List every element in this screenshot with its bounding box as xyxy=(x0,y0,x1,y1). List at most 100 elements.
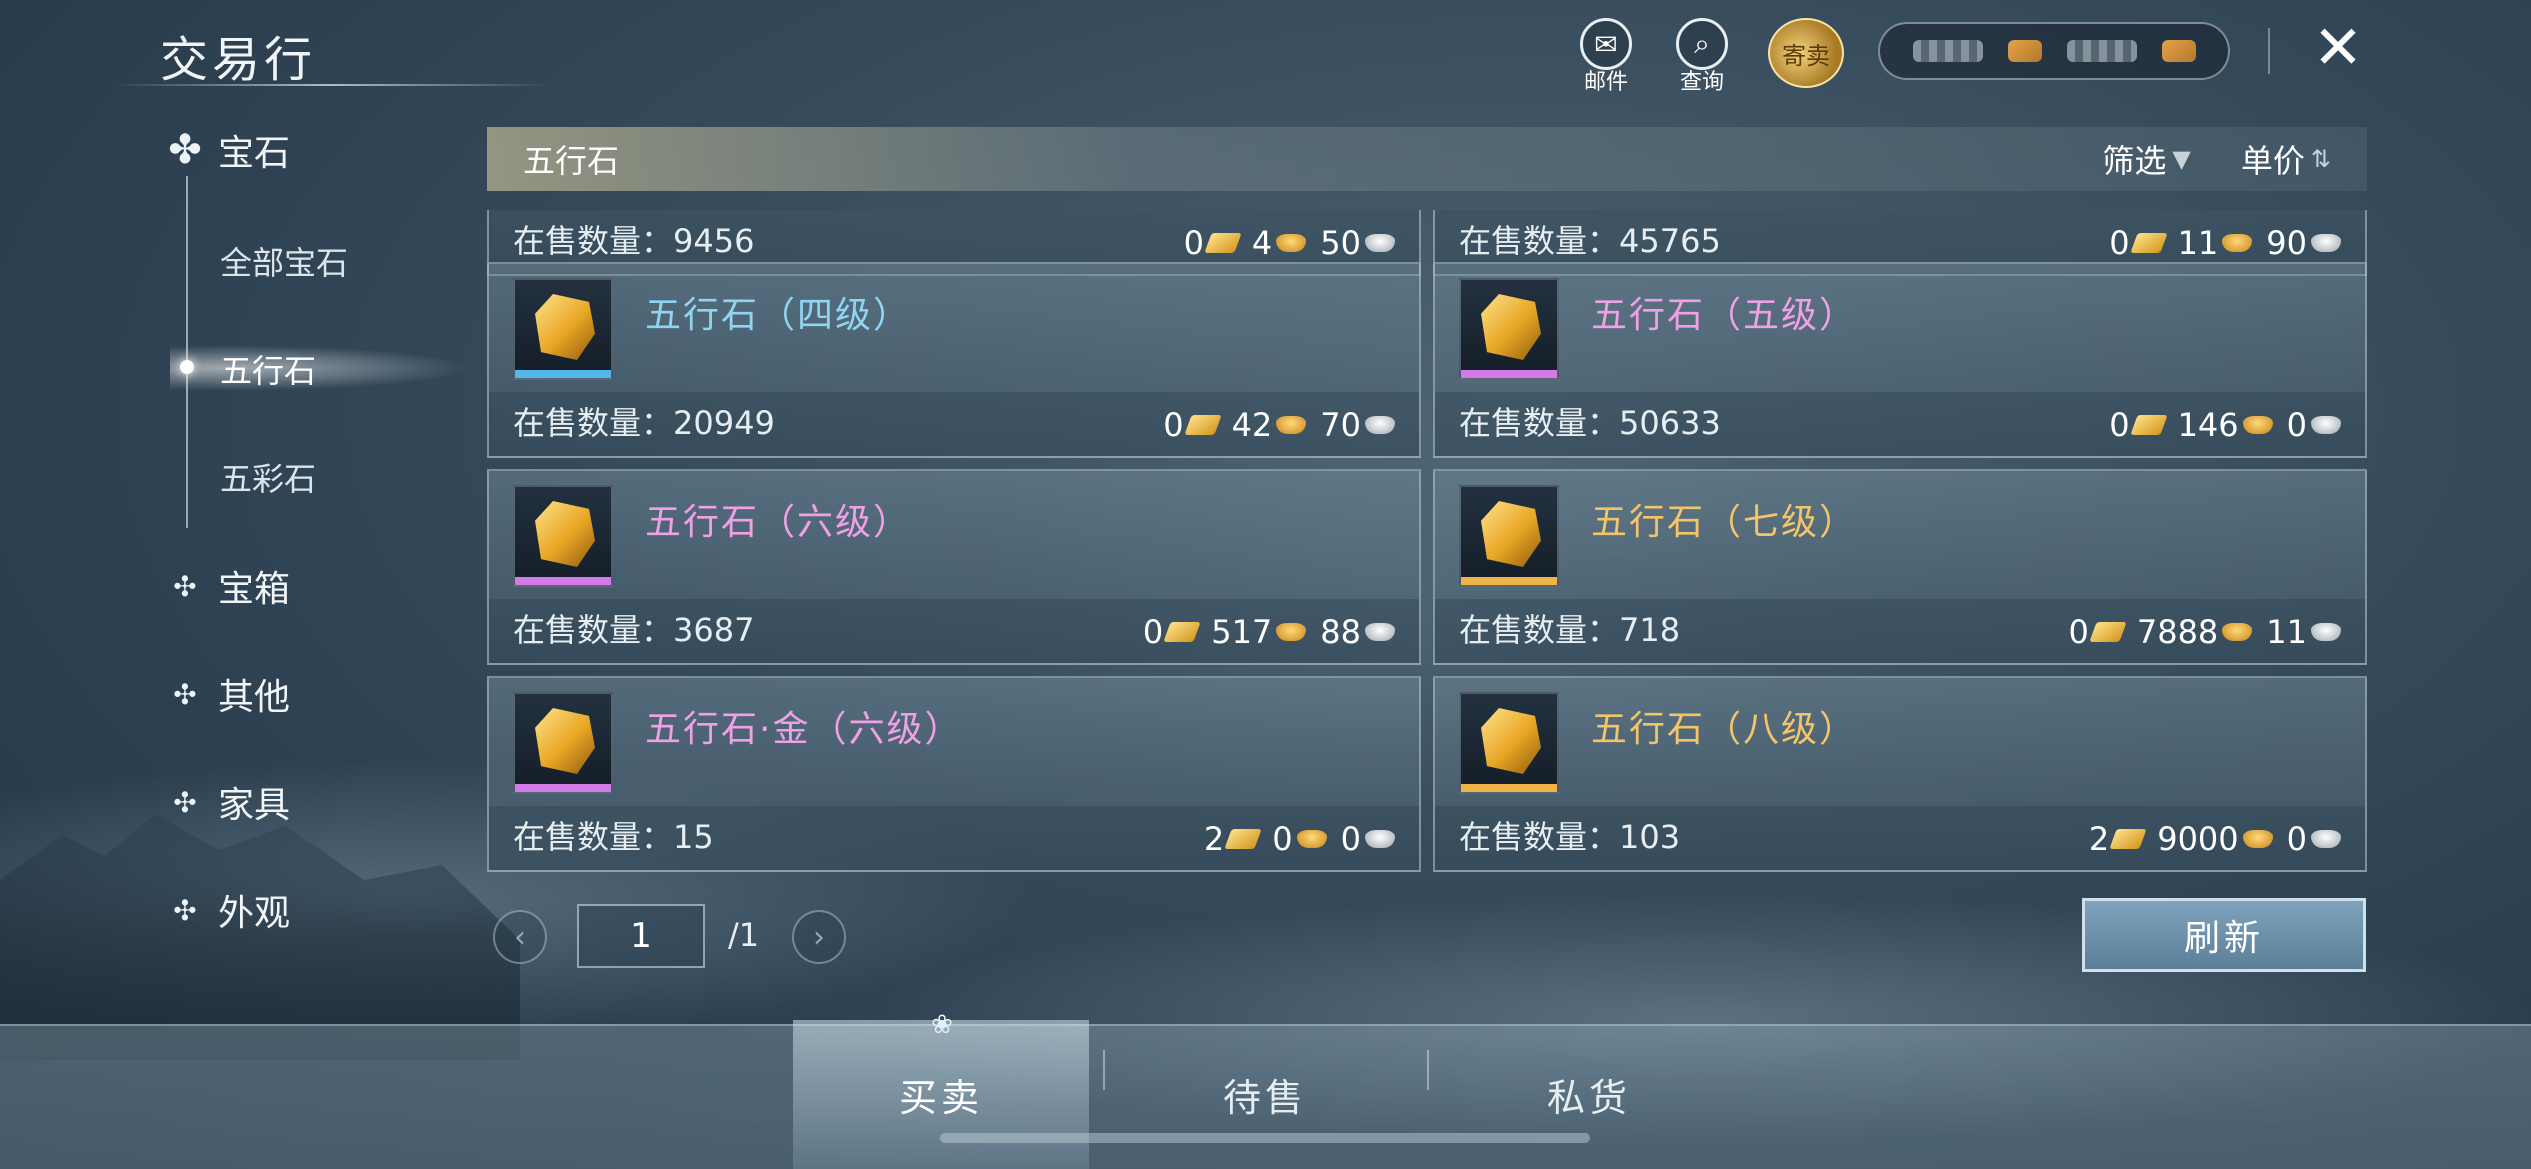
rarity-bar xyxy=(515,784,611,792)
page-input[interactable]: 1 xyxy=(577,904,705,968)
price-silver: 50 xyxy=(1320,224,1361,262)
unit-price: 0 146 0 xyxy=(2109,406,2351,444)
listing-grid[interactable]: 在售数量：9456 0 4 50 在售数量：45765 0 11 90 五行石（四级） 在售数量：… xyxy=(487,210,2367,880)
gold-ingot-icon xyxy=(1276,234,1307,252)
query-label: 查询 xyxy=(1679,70,1724,95)
search-icon: ⌕ xyxy=(1676,18,1728,70)
unit-price: 0 42 70 xyxy=(1163,406,1405,444)
silver-ingot-icon xyxy=(1365,623,1395,641)
gold-bar-icon xyxy=(1224,829,1262,849)
currency-bar xyxy=(1878,22,2230,80)
silver-ingot-icon xyxy=(1365,830,1395,848)
price-silver: 11 xyxy=(2266,613,2307,651)
price-gold-bar: 2 xyxy=(1203,820,1225,858)
sidebar-item-wucai-stone[interactable]: 五彩石 xyxy=(220,454,316,500)
mail-button[interactable]: ✉ 邮件 xyxy=(1574,18,1638,96)
price-gold-bar: 0 xyxy=(1163,406,1184,444)
sidebar-category-chest[interactable]: ✣ 宝箱 xyxy=(168,560,290,612)
gold-bar-icon xyxy=(2129,233,2168,253)
sparkle-icon: ✣ xyxy=(173,569,197,603)
item-name: 五行石（七级） xyxy=(1591,502,1858,543)
current-category: 五行石 xyxy=(523,142,620,180)
sidebar-item-wuxing-stone[interactable]: 五行石 xyxy=(220,346,316,392)
sparkle-icon: ✣ xyxy=(173,785,197,819)
sidebar-category-other[interactable]: ✣ 其他 xyxy=(168,668,290,720)
silver-ingot-icon xyxy=(1365,416,1395,434)
tab-pending-sale[interactable]: 待售 xyxy=(1120,1020,1410,1169)
tab-divider xyxy=(1103,1050,1105,1090)
silver-ingot-icon xyxy=(2311,623,2341,641)
gold-ingot-icon xyxy=(1276,623,1307,641)
price-gold-ingot: 9000 xyxy=(2157,820,2239,858)
tab-private-goods[interactable]: 私货 xyxy=(1444,1020,1734,1169)
prev-page-button[interactable]: ‹ xyxy=(493,910,547,964)
filter-button[interactable]: 筛选 ▼ xyxy=(2102,136,2190,182)
close-button[interactable]: ✕ xyxy=(2308,18,2368,80)
listing-card[interactable]: 五行石（四级） 在售数量：20949 0 42 70 xyxy=(487,262,1421,458)
quantity-on-sale: 在售数量：103 xyxy=(1459,818,1681,856)
price-silver: 0 xyxy=(1340,820,1361,858)
sidebar-item-all-gems[interactable]: 全部宝石 xyxy=(220,238,348,284)
silver-ingot-icon xyxy=(2311,416,2341,434)
filter-label: 筛选 xyxy=(2102,142,2167,180)
gold-ingot-icon xyxy=(2242,830,2273,848)
sidebar-category-appearance[interactable]: ✣ 外观 xyxy=(168,884,290,936)
price-gold-bar: 0 xyxy=(2109,224,2130,262)
sort-label: 单价 xyxy=(2240,142,2305,180)
price-gold-bar: 0 xyxy=(1142,613,1164,651)
tab-trade[interactable]: 买卖 xyxy=(793,1020,1089,1169)
item-thumbnail xyxy=(1459,485,1559,587)
rarity-bar xyxy=(515,370,611,378)
sidebar-category-label: 宝箱 xyxy=(218,569,291,610)
clover-icon: ✤ xyxy=(168,127,202,173)
sidebar-category-furniture[interactable]: ✣ 家具 xyxy=(168,776,290,828)
price-gold-bar: 0 xyxy=(2109,406,2130,444)
next-page-button[interactable]: › xyxy=(792,910,846,964)
mail-icon: ✉ xyxy=(1580,18,1632,70)
price-silver: 0 xyxy=(2286,406,2307,444)
rarity-bar xyxy=(1461,370,1557,378)
sidebar-category-gems[interactable]: ✤ 宝石 xyxy=(168,124,290,176)
listing-card[interactable]: 五行石（五级） 在售数量：50633 0 146 0 xyxy=(1433,262,2367,458)
query-button[interactable]: ⌕ 查询 xyxy=(1670,18,1734,96)
item-thumbnail xyxy=(513,692,613,794)
gem-icon xyxy=(1481,294,1541,360)
header-divider xyxy=(2268,28,2270,74)
sort-price-button[interactable]: 单价 ⇅ xyxy=(2241,136,2331,182)
gold-bar-icon xyxy=(1183,415,1222,435)
sidebar-category-label: 宝石 xyxy=(218,133,291,174)
listing-card[interactable]: 五行石（八级） 在售数量：103 2 9000 0 xyxy=(1433,676,2367,872)
gold-bar-icon xyxy=(1163,622,1201,642)
page-title: 交易行 xyxy=(160,32,317,88)
unit-price: 0 11 90 xyxy=(2109,224,2351,262)
unit-price: 0 517 88 xyxy=(1143,613,1405,651)
silver-ingot-icon xyxy=(1365,234,1395,252)
rarity-bar xyxy=(1461,784,1557,792)
refresh-button[interactable]: 刷新 xyxy=(2082,898,2366,972)
sparkle-icon: ✣ xyxy=(173,677,197,711)
price-silver: 88 xyxy=(1320,613,1361,651)
price-silver: 0 xyxy=(2286,820,2307,858)
gem-icon xyxy=(535,501,595,567)
unit-price: 2 0 0 xyxy=(1204,820,1405,858)
gem-icon xyxy=(1481,708,1541,774)
listing-card[interactable]: 五行石·金（六级） 在售数量：15 2 0 0 xyxy=(487,676,1421,872)
consign-button[interactable]: 寄卖 xyxy=(1768,18,1844,88)
listing-card[interactable]: 五行石（七级） 在售数量：718 0 7888 11 xyxy=(1433,469,2367,665)
gold-bar-icon xyxy=(1204,233,1242,253)
home-indicator xyxy=(940,1133,1590,1143)
gold-bar-icon xyxy=(2129,415,2168,435)
chevron-left-icon: ‹ xyxy=(514,919,526,955)
quantity-on-sale: 在售数量：3687 xyxy=(513,611,755,649)
gold-bar-icon xyxy=(2089,622,2127,642)
gold-ingot-icon xyxy=(2222,623,2253,641)
gold-ingot-icon xyxy=(2222,234,2253,252)
listing-card[interactable]: 五行石（六级） 在售数量：3687 0 517 88 xyxy=(487,469,1421,665)
price-silver: 90 xyxy=(2266,224,2307,262)
rarity-bar xyxy=(1461,577,1557,585)
silver-ingot-icon xyxy=(2311,234,2341,252)
price-gold-ingot: 517 xyxy=(1211,613,1273,651)
tab-divider xyxy=(1427,1050,1429,1090)
price-gold-ingot: 42 xyxy=(1231,406,1273,444)
item-name: 五行石·金（六级） xyxy=(645,709,963,750)
